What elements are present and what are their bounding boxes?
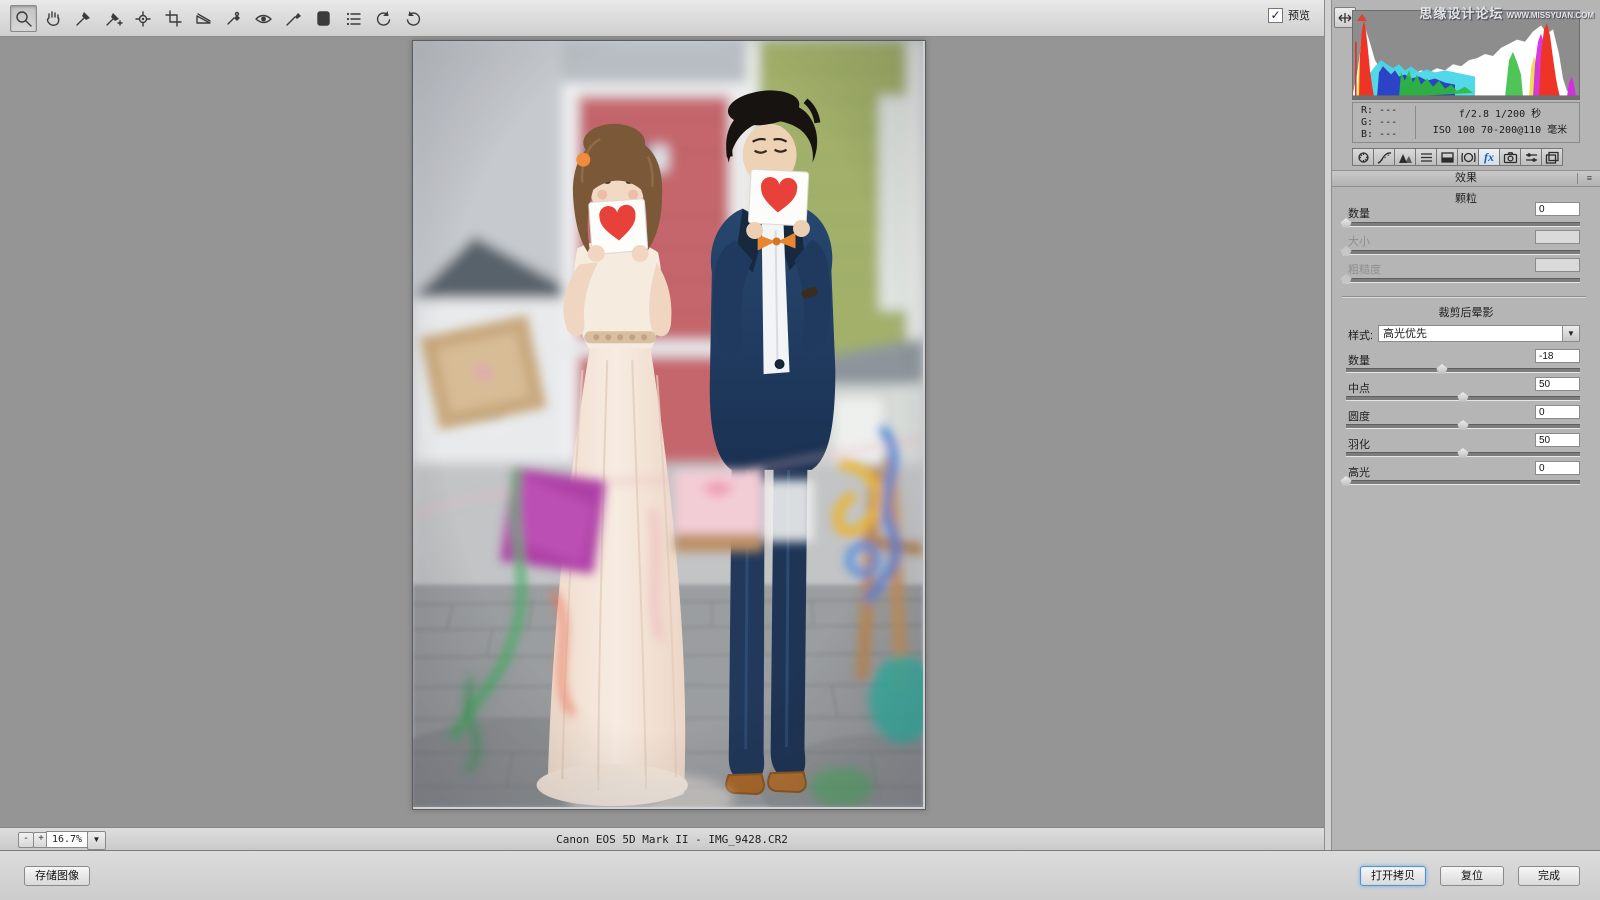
slider-value-box[interactable]: 0 — [1535, 461, 1580, 475]
tab-tone-curve[interactable] — [1373, 148, 1395, 166]
fullscreen-icon — [1337, 11, 1353, 25]
photo-preview[interactable] — [412, 40, 926, 810]
exif-info-box: R: --- G: --- B: --- f/2.8 1/200 秒 ISO 1… — [1352, 102, 1580, 143]
adjustments-panel: 思缘设计论坛 WWW.MISSYUAN.COM R: --- G: --- B:… — [1332, 0, 1600, 850]
slider-track[interactable] — [1346, 396, 1580, 401]
slider-value-box[interactable]: 0 — [1535, 405, 1580, 419]
tab-snapshots[interactable] — [1541, 148, 1563, 166]
straighten-tool-button[interactable] — [190, 5, 217, 32]
histogram-canvas — [1353, 11, 1579, 99]
targeted-adjustment-tool-button[interactable] — [130, 5, 157, 32]
zoom-out-button[interactable]: - — [18, 832, 34, 848]
slider-label: 圆度 — [1348, 408, 1370, 424]
info-divider — [1415, 106, 1416, 139]
zoom-tool-button[interactable] — [10, 5, 37, 32]
slider-track — [1346, 250, 1580, 255]
photo-art — [413, 41, 923, 807]
slider-thumb[interactable] — [1458, 392, 1469, 402]
panel-divider — [1324, 0, 1332, 850]
status-strip: - + 16.7% ▼ Canon EOS 5D Mark II - IMG_9… — [0, 827, 1324, 851]
rotate-right-tool-button[interactable] — [400, 5, 427, 32]
crop-tool-button[interactable] — [160, 5, 187, 32]
adjustment-brush-tool-button[interactable] — [280, 5, 307, 32]
color-sampler-tool-button[interactable] — [100, 5, 127, 32]
section-divider — [1342, 296, 1586, 298]
tab-lens-corrections[interactable] — [1457, 148, 1479, 166]
slider-label: 数量 — [1348, 205, 1370, 221]
slider-value-box — [1535, 230, 1580, 244]
panel-tabs: fx — [1352, 148, 1562, 166]
vignette-section-title: 裁剪后晕影 — [1332, 304, 1600, 320]
slider-label: 高光 — [1348, 464, 1370, 480]
toolbar: ✓ 预览 — [0, 0, 1324, 37]
rgb-b-value: B: --- — [1361, 129, 1397, 141]
style-dropdown[interactable]: 高光优先 ▼ — [1378, 325, 1580, 342]
open-preferences-tool-button[interactable] — [340, 5, 367, 32]
red-eye-removal-tool-button[interactable] — [250, 5, 277, 32]
slider-track[interactable] — [1346, 222, 1580, 227]
zoom-level-value[interactable]: 16.7% — [46, 831, 88, 848]
style-label: 样式: — [1348, 327, 1373, 343]
tab-basic[interactable] — [1352, 148, 1374, 166]
watermark-site-name: 思缘设计论坛 — [1419, 6, 1503, 21]
slider-track[interactable] — [1346, 424, 1580, 429]
slider-track[interactable] — [1346, 480, 1580, 485]
preview-checkmark: ✓ — [1270, 9, 1280, 21]
panel-title-bar: 效果 ≡ — [1332, 170, 1600, 187]
iso-lens-info: ISO 100 70-200@110 毫米 — [1423, 123, 1577, 139]
slider-value-box[interactable]: -18 — [1535, 349, 1580, 363]
slider-label: 羽化 — [1348, 436, 1370, 452]
shadow-clipping-indicator[interactable] — [1357, 14, 1367, 21]
slider-label: 数量 — [1348, 352, 1370, 368]
tab-presets[interactable] — [1520, 148, 1542, 166]
style-dropdown-value: 高光优先 — [1383, 327, 1427, 342]
slider-track — [1346, 278, 1580, 283]
panel-menu-icon[interactable]: ≡ — [1577, 173, 1592, 184]
spot-removal-tool-button[interactable] — [220, 5, 247, 32]
panel-title: 效果 — [1455, 172, 1477, 184]
open-copy-button[interactable]: 打开拷贝 — [1360, 866, 1426, 886]
rgb-r-value: R: --- — [1361, 105, 1397, 117]
slider-label: 粗糙度 — [1348, 261, 1381, 277]
white-balance-tool-button[interactable] — [70, 5, 97, 32]
slider-thumb[interactable] — [1436, 364, 1447, 374]
slider-track[interactable] — [1346, 452, 1580, 457]
done-button[interactable]: 完成 — [1518, 866, 1580, 886]
fx-glyph: fx — [1484, 150, 1494, 165]
slider-value-box[interactable]: 50 — [1535, 377, 1580, 391]
preview-label: 预览 — [1288, 7, 1310, 23]
image-canvas — [0, 37, 1324, 827]
bottom-bar: 存储图像 Adobe RGB (1998)；8 位； 3744 x 5616 (… — [0, 850, 1600, 900]
preview-checkbox[interactable]: ✓ — [1268, 8, 1283, 23]
slider-track[interactable] — [1346, 368, 1580, 373]
tab-effects[interactable]: fx — [1478, 148, 1500, 166]
rgb-g-value: G: --- — [1361, 117, 1397, 129]
watermark: 思缘设计论坛 WWW.MISSYUAN.COM — [1419, 3, 1594, 22]
slider-value-box — [1535, 258, 1580, 272]
rotate-left-tool-button[interactable] — [370, 5, 397, 32]
graduated-filter-tool-button[interactable] — [310, 5, 337, 32]
slider-label: 大小 — [1348, 233, 1370, 249]
tab-hsl-grayscale[interactable] — [1415, 148, 1437, 166]
slider-value-box[interactable]: 0 — [1535, 202, 1580, 216]
slider-value-box[interactable]: 50 — [1535, 433, 1580, 447]
tab-detail[interactable] — [1394, 148, 1416, 166]
save-image-button[interactable]: 存储图像 — [24, 866, 90, 886]
hand-tool-button[interactable] — [40, 5, 67, 32]
watermark-site-url: WWW.MISSYUAN.COM — [1506, 11, 1594, 20]
reset-button[interactable]: 复位 — [1440, 866, 1504, 886]
slider-label: 中点 — [1348, 380, 1370, 396]
camera-raw-window: ✓ 预览 — [0, 0, 1600, 900]
dropdown-arrow-icon[interactable]: ▼ — [1562, 326, 1579, 341]
tab-split-toning[interactable] — [1436, 148, 1458, 166]
histogram[interactable] — [1352, 10, 1580, 100]
slider-thumb[interactable] — [1458, 420, 1469, 430]
image-title: Canon EOS 5D Mark II - IMG_9428.CR2 — [556, 833, 788, 846]
slider-thumb[interactable] — [1458, 448, 1469, 458]
exposure-info: f/2.8 1/200 秒 — [1423, 107, 1577, 123]
zoom-level-dropdown[interactable]: ▼ — [87, 831, 106, 850]
tab-camera-calibration[interactable] — [1499, 148, 1521, 166]
